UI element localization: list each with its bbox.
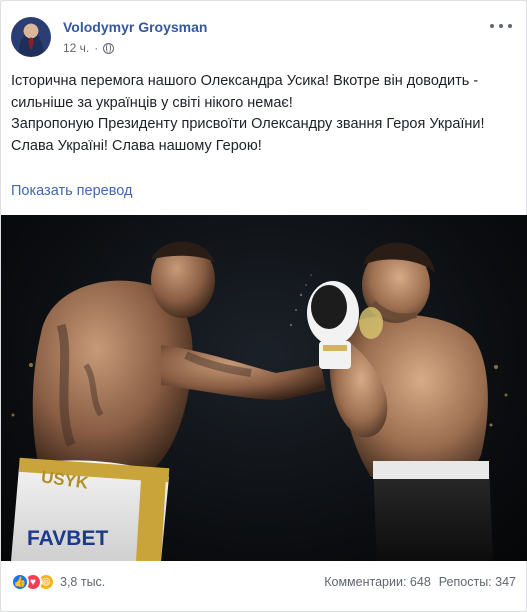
right-boxer	[329, 242, 493, 561]
reaction-count[interactable]: 3,8 тыс.	[60, 575, 105, 589]
post-text-line: Запропоную Президенту присвоїти Олександ…	[11, 116, 485, 132]
dot-icon	[508, 24, 512, 28]
post-photo[interactable]: USYK FAVBET	[1, 215, 527, 561]
like-icon: 👍	[11, 573, 29, 591]
author-name[interactable]: Volodymyr Groysman	[63, 19, 207, 35]
dot-icon	[499, 24, 503, 28]
globe-icon[interactable]	[103, 42, 115, 54]
post-stats: Комментарии: 648 Репосты: 347	[324, 575, 516, 589]
comments-count[interactable]: Комментарии: 648	[324, 575, 431, 589]
post-card: Volodymyr Groysman 12 ч. · Історична пер…	[0, 0, 527, 612]
reactions-summary[interactable]: 👍 ♥ 😆 3,8 тыс.	[11, 573, 105, 591]
dot-icon	[490, 24, 494, 28]
boxing-photo-illustration: USYK FAVBET	[11, 241, 508, 561]
post-meta: 12 ч. ·	[63, 41, 115, 55]
post-footer: 👍 ♥ 😆 3,8 тыс. Комментарии: 648 Репосты:…	[11, 569, 516, 595]
more-options-button[interactable]	[490, 19, 512, 33]
sponsor-logo-text: FAVBET	[27, 527, 108, 550]
separator-dot: ·	[94, 41, 99, 55]
shares-count[interactable]: Репосты: 347	[439, 575, 516, 589]
post-text-line: Історична перемога нашого Олександра Уси…	[11, 73, 479, 111]
left-boxer: USYK FAVBET	[11, 241, 326, 561]
post-header: Volodymyr Groysman 12 ч. ·	[11, 13, 516, 61]
show-translation-link[interactable]: Показать перевод	[11, 183, 132, 199]
post-text: Історична перемога нашого Олександра Уси…	[11, 71, 516, 157]
post-timestamp[interactable]: 12 ч.	[63, 41, 89, 55]
post-text-line: Слава Україні! Слава нашому Герою!	[11, 137, 262, 154]
avatar[interactable]	[11, 17, 51, 57]
